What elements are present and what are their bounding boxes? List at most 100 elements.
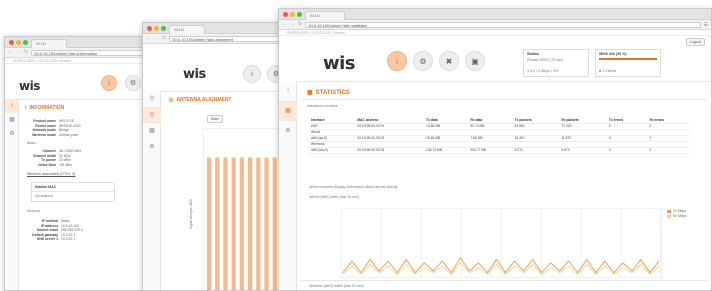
info-icon[interactable]: i [387,51,407,71]
divider [301,280,707,281]
start-button[interactable]: Start [207,115,223,123]
table-cell: 145.70 MB [424,147,469,154]
station-subtitle: Private-00001 (30 sec) [527,58,564,62]
search-icon[interactable]: ⚲ [143,91,161,107]
alignment-bar [256,157,261,290]
network-list: IP method Static IP address 10.0.10.100 Su… [32,219,83,242]
tab-bar: W.1N [5,37,153,48]
chart2-title: Wireless (ath0) traffic (last 15 min) [309,284,364,288]
window-controls[interactable] [9,40,28,45]
forward-icon[interactable]: → [290,22,295,27]
grid-icon[interactable]: ▦ [143,123,161,139]
table-cell: 00:19:3B:00:00:03 [355,147,425,154]
address-bar: ← → ↻ 10.0.10.100/admin?tab=information [5,48,153,58]
reload-icon[interactable]: ↻ [162,36,166,41]
gear-icon[interactable]: ⚙ [125,75,141,91]
stats-icon[interactable]: ▦ [279,101,297,121]
info-icon[interactable]: i [5,99,19,113]
logout-button[interactable]: Logout [686,38,705,46]
info-icon[interactable]: i [279,81,297,101]
table-cell: 9 874 [559,147,607,154]
info-icon[interactable]: i [243,65,261,83]
browser-window-information: W.1N ← → ↻ 10.0.10.100/admin?tab=informa… [4,36,154,291]
header-banner: SUPERUSER • 10.0.10.100 • Version [279,30,711,36]
forward-icon[interactable]: → [154,36,159,41]
alignment-bar [207,157,212,290]
signal-icon: ● [527,69,530,73]
alignment-bar [248,157,253,290]
divider [32,191,114,192]
table-header: Station MAC [35,185,57,189]
table-cell: 8 271 [512,147,560,154]
divider [19,99,153,100]
header-banner: SUPERUSER • 10.0.10.100 • Version [5,58,153,64]
info-list: Product name WIS 5 GE Device name WIS5GE-0… [32,119,81,137]
link-title: WIS5 link (30 %) [599,52,627,56]
interfaces-subtitle: Interfaces counters [307,104,338,108]
divider [297,81,711,82]
tab-bar: W.1N [279,9,711,20]
wis-logo: wis [19,79,40,93]
url-input[interactable]: 10.0.10.100/admin?tab=information [31,49,150,56]
divider [301,99,707,100]
alignment-bar [272,157,277,290]
url-input[interactable]: 10.0.10.100/admin?tab=statistics [305,21,701,28]
stations-table: Station MAC No stations [31,182,115,202]
alignment-icon[interactable]: ◎ [143,107,161,123]
link-status-card: WIS5 link (30 %) ■ 1 Clients [595,49,661,77]
counters-note: Wired counters display information about… [309,185,398,189]
section-title: ▦ STATISTICS [307,90,350,96]
info-icon[interactable]: i [101,75,117,91]
traffic-chart [341,208,662,278]
browser-tab[interactable]: W.1N [31,39,67,48]
wireless-list: Channel 36 / 5180 MHz Channel width 40 MHz… [32,149,82,167]
browser-window-statistics: W.1N ← → ↻ 10.0.10.100/admin?tab=statist… [278,8,712,291]
clients-icon: ■ [599,69,602,73]
settings-icon[interactable]: ⚙ [143,139,161,155]
window-controls[interactable] [147,26,166,31]
back-icon[interactable]: ← [282,22,287,27]
wis-logo: wis [323,53,356,74]
back-icon[interactable]: ← [8,50,13,55]
table-row: ath0 (sta-0) 00:19:3B:00:00:03 145.70 MB 20… [309,147,689,154]
url-input[interactable]: 10.0.10.100/admin?tab=alignment [169,35,286,42]
address-bar: ← → ↻ 10.0.10.100/admin?tab=alignment [143,34,289,44]
wis-logo: wis [183,67,206,82]
associated-link[interactable]: Wireless associated (OTL0, 2) [27,172,75,176]
station-status-card: Station Private-00001 (30 sec) ● 0.0 / 0… [523,49,589,77]
gear-icon[interactable]: ⚙ [413,51,433,71]
window-controls[interactable] [283,12,302,17]
menu-icon[interactable]: ☰ [704,22,708,28]
gear-icon[interactable]: ⚙ [5,127,19,141]
clients-status: ■ 1 Clients [599,69,617,73]
forward-icon[interactable]: → [16,50,21,55]
table-cell: 0 [606,147,648,154]
wireless-title: Basic [27,141,36,145]
legend-swatch [667,209,671,213]
table-cell: 200.77 MB [468,147,513,154]
sidebar: ⚲ ◎ ▦ ⚙ [143,91,161,290]
legend-item: Rx Mbps [667,214,686,219]
browser-tab[interactable]: W.1N [305,11,345,20]
network-title: Network [27,209,41,213]
chart-title: Wired (eth0) traffic (last 15 min) [309,195,360,199]
interfaces-table: Interface MAC address Tx data Rx data Tx… [309,117,689,154]
alignment-chart [203,128,289,290]
browser-tab[interactable]: W.1N [169,25,205,34]
table-cell: 0 [647,147,689,154]
station-title: Station [527,52,540,56]
section-title: i INFORMATION [25,105,65,111]
tools-icon[interactable]: ✖ [439,51,459,71]
alignment-bar [223,157,228,290]
camera-icon[interactable]: ▣ [465,51,485,71]
gear-icon[interactable]: ⚙ [279,121,297,141]
reload-icon[interactable]: ↻ [298,22,302,27]
table-cell: ath0 (sta-0) [309,147,356,154]
sidebar: i ▦ ⚙ [279,81,297,290]
divider [161,91,289,92]
alignment-bar [231,157,236,290]
back-icon[interactable]: ← [146,36,151,41]
reload-icon[interactable]: ↻ [24,50,28,55]
grid-icon[interactable]: ▦ [5,113,19,127]
alignment-bar [239,157,244,290]
